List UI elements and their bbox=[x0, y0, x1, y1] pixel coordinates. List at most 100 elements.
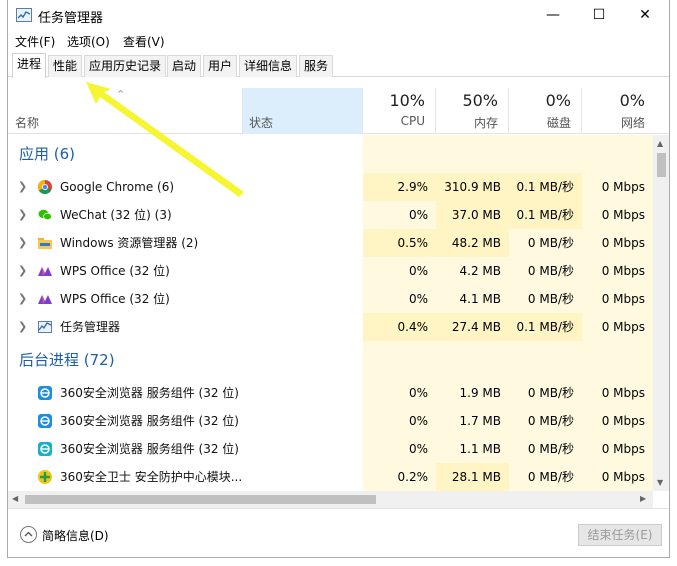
360-guard-icon bbox=[38, 470, 52, 484]
table-row[interactable]: ❯ 任务管理器 0.4% 27.4 MB 0.1 MB/秒 0 Mbps bbox=[8, 313, 653, 341]
cpu-value: 0% bbox=[363, 257, 436, 285]
column-name-label: 名称 bbox=[15, 116, 40, 130]
table-row[interactable]: ❯ Windows 资源管理器 (2) 0.5% 48.2 MB 0 MB/秒 … bbox=[8, 229, 653, 257]
group-header-apps[interactable]: 应用 (6) bbox=[8, 135, 653, 173]
table-row[interactable]: 360安全浏览器 服务组件 (32 位) 0% 1.9 MB 0 MB/秒 0 … bbox=[8, 379, 653, 407]
cpu-value: 0.4% bbox=[363, 313, 436, 341]
process-name: 360安全浏览器 服务组件 (32 位) bbox=[60, 414, 239, 428]
cpu-value: 0% bbox=[363, 435, 436, 463]
process-name: 360安全浏览器 服务组件 (32 位) bbox=[60, 442, 239, 456]
process-name: Windows 资源管理器 (2) bbox=[60, 236, 199, 250]
network-value: 0 Mbps bbox=[582, 201, 653, 229]
column-status[interactable]: 状态 bbox=[243, 88, 363, 134]
tab-details[interactable]: 详细信息 bbox=[239, 55, 298, 77]
group-title-background: 后台进程 (72) bbox=[19, 351, 115, 369]
scroll-up-icon[interactable]: ▲ bbox=[657, 139, 663, 148]
cpu-value: 0% bbox=[363, 379, 436, 407]
task-manager-icon bbox=[38, 321, 52, 333]
memory-value: 28.1 MB bbox=[436, 463, 509, 491]
window-title: 任务管理器 bbox=[38, 11, 104, 26]
chevron-right-icon[interactable]: ❯ bbox=[18, 285, 27, 313]
cpu-total: 10% bbox=[389, 91, 425, 110]
network-value: 0 Mbps bbox=[582, 407, 653, 435]
chevron-right-icon[interactable]: ❯ bbox=[18, 173, 27, 201]
cpu-label: CPU bbox=[400, 114, 425, 128]
memory-value: 1.1 MB bbox=[436, 435, 509, 463]
vertical-scroll-thumb[interactable] bbox=[657, 153, 666, 177]
table-row[interactable]: 360安全浏览器 服务组件 (32 位) 0% 1.7 MB 0 MB/秒 0 … bbox=[8, 407, 653, 435]
wechat-icon bbox=[38, 209, 52, 221]
folder-icon bbox=[38, 238, 52, 249]
360-browser-icon bbox=[38, 386, 52, 400]
table-row[interactable]: ❯ Google Chrome (6) 2.9% 310.9 MB 0.1 MB… bbox=[8, 173, 653, 201]
menu-options[interactable]: 选项(O) bbox=[67, 33, 110, 50]
column-name[interactable]: 名称 bbox=[8, 88, 243, 134]
column-disk[interactable]: 0% 磁盘 bbox=[509, 88, 582, 134]
tab-processes[interactable]: 进程 bbox=[12, 53, 47, 78]
table-row[interactable]: 360安全浏览器 服务组件 (32 位) 0% 1.1 MB 0 MB/秒 0 … bbox=[8, 435, 653, 463]
disk-value: 0 MB/秒 bbox=[509, 379, 582, 407]
360-browser-icon bbox=[38, 414, 52, 428]
cpu-value: 2.9% bbox=[363, 173, 436, 201]
chrome-icon bbox=[38, 180, 52, 194]
menu-view[interactable]: 查看(V) bbox=[123, 33, 165, 50]
process-name: WPS Office (32 位) bbox=[60, 264, 170, 278]
cpu-value: 0.5% bbox=[363, 229, 436, 257]
horizontal-scrollbar[interactable]: ◀ ▶ bbox=[8, 491, 653, 508]
cpu-value: 0% bbox=[363, 285, 436, 313]
network-value: 0 Mbps bbox=[582, 435, 653, 463]
network-value: 0 Mbps bbox=[582, 463, 653, 491]
network-value: 0 Mbps bbox=[582, 313, 653, 341]
chevron-right-icon[interactable]: ❯ bbox=[18, 229, 27, 257]
table-row[interactable]: ❯ WeChat (32 位) (3) 0% 37.0 MB 0.1 MB/秒 … bbox=[8, 201, 653, 229]
column-cpu[interactable]: 10% CPU bbox=[363, 88, 436, 134]
disk-value: 0 MB/秒 bbox=[509, 229, 582, 257]
disk-value: 0.1 MB/秒 bbox=[509, 313, 582, 341]
chevron-right-icon[interactable]: ❯ bbox=[18, 201, 27, 229]
process-name: WPS Office (32 位) bbox=[60, 292, 170, 306]
column-status-label: 状态 bbox=[249, 116, 274, 130]
process-name: WeChat (32 位) (3) bbox=[60, 208, 172, 222]
memory-total: 50% bbox=[462, 91, 498, 110]
disk-value: 0 MB/秒 bbox=[509, 257, 582, 285]
disk-value: 0.1 MB/秒 bbox=[509, 201, 582, 229]
chevron-up-circle-icon[interactable] bbox=[20, 526, 37, 543]
tab-startup[interactable]: 启动 bbox=[167, 55, 202, 77]
end-task-button[interactable]: 结束任务(E) bbox=[578, 524, 662, 546]
group-header-background[interactable]: 后台进程 (72) bbox=[8, 341, 653, 379]
maximize-button[interactable]: ☐ bbox=[576, 0, 622, 30]
process-name: Google Chrome (6) bbox=[60, 180, 175, 194]
vertical-scrollbar[interactable]: ▲ ▼ bbox=[653, 135, 669, 491]
tab-services[interactable]: 服务 bbox=[299, 55, 334, 77]
minimize-button[interactable]: — bbox=[530, 0, 576, 30]
cpu-value: 0.2% bbox=[363, 463, 436, 491]
fewer-details-button[interactable]: 简略信息(D) bbox=[42, 527, 109, 544]
scroll-down-icon[interactable]: ▼ bbox=[657, 478, 663, 487]
chevron-right-icon[interactable]: ❯ bbox=[18, 313, 27, 341]
table-row[interactable]: ❯ WPS Office (32 位) 0% 4.2 MB 0 MB/秒 0 M… bbox=[8, 257, 653, 285]
disk-value: 0 MB/秒 bbox=[509, 435, 582, 463]
network-value: 0 Mbps bbox=[582, 229, 653, 257]
scroll-right-icon[interactable]: ▶ bbox=[640, 494, 646, 503]
tab-performance[interactable]: 性能 bbox=[48, 55, 83, 77]
network-total: 0% bbox=[619, 91, 645, 110]
column-network[interactable]: 0% 网络 bbox=[582, 88, 669, 134]
process-name: 任务管理器 bbox=[60, 320, 121, 334]
disk-total: 0% bbox=[545, 91, 571, 110]
tab-users[interactable]: 用户 bbox=[203, 55, 238, 77]
table-row[interactable]: ❯ WPS Office (32 位) 0% 4.1 MB 0 MB/秒 0 M… bbox=[8, 285, 653, 313]
memory-value: 37.0 MB bbox=[436, 201, 509, 229]
title-bar: 任务管理器 — ☐ ✕ bbox=[8, 0, 669, 30]
disk-label: 磁盘 bbox=[546, 116, 571, 130]
close-button[interactable]: ✕ bbox=[622, 0, 668, 30]
chevron-right-icon[interactable]: ❯ bbox=[18, 257, 27, 285]
tab-app-history[interactable]: 应用历史记录 bbox=[84, 55, 167, 77]
memory-value: 48.2 MB bbox=[436, 229, 509, 257]
360-browser-icon bbox=[38, 442, 52, 456]
task-manager-window: 任务管理器 — ☐ ✕ 文件(F) 选项(O) 查看(V) 进程 性能 应用历史… bbox=[7, 0, 670, 558]
horizontal-scroll-thumb[interactable] bbox=[25, 495, 376, 504]
table-row[interactable]: 360安全卫士 安全防护中心模块... 0.2% 28.1 MB 0 MB/秒 … bbox=[8, 463, 653, 491]
menu-file[interactable]: 文件(F) bbox=[15, 33, 55, 50]
column-memory[interactable]: 50% 内存 bbox=[436, 88, 509, 134]
scroll-left-icon[interactable]: ◀ bbox=[12, 494, 18, 503]
